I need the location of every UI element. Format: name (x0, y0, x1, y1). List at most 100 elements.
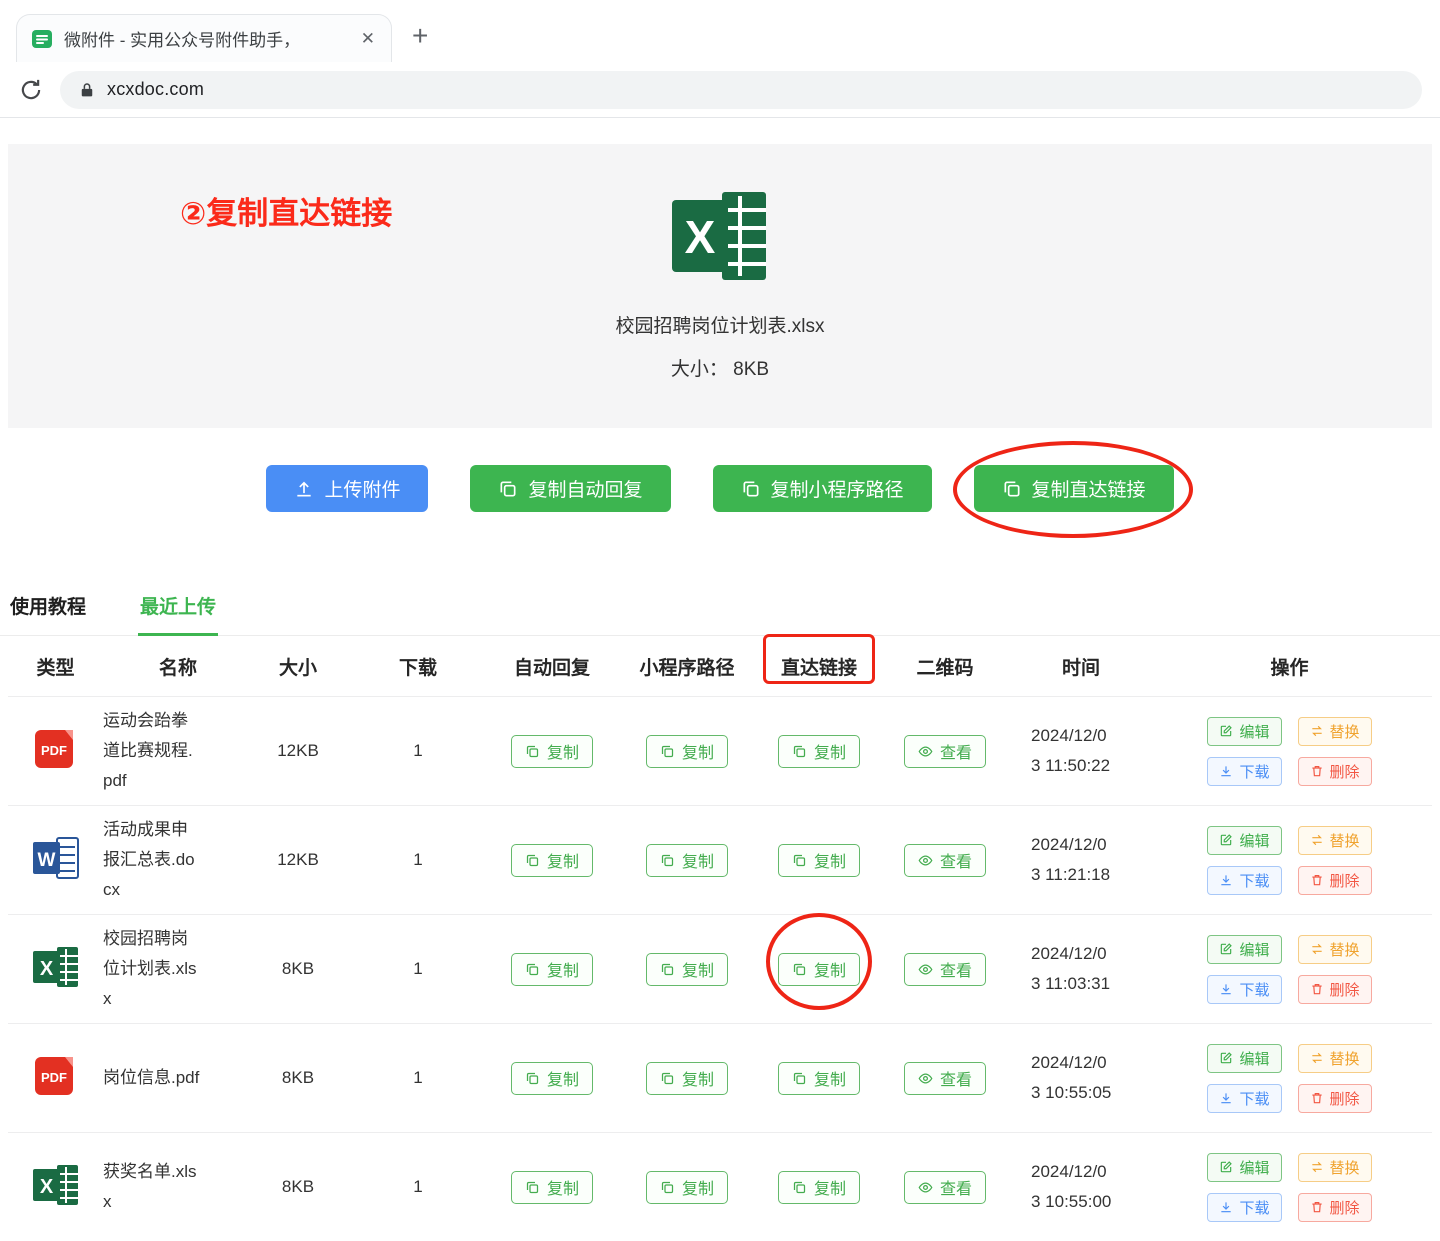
file-size: 大小： 8KB (670, 359, 770, 380)
delete-button[interactable]: 删除 (1297, 865, 1372, 895)
row-copy-direct-link-button[interactable]: 复制 (777, 734, 860, 768)
download-count-cell: 1 (413, 741, 423, 760)
replace-button[interactable]: 替换 (1297, 1043, 1372, 1073)
copy-icon (793, 1072, 806, 1084)
row-copy-miniprogram-path-button[interactable]: 复制 (645, 843, 728, 877)
download-icon (1221, 1093, 1232, 1104)
row-actions: 编辑 替换 下载 删除 (1147, 1043, 1432, 1113)
header-downloads: 下载 (398, 657, 437, 679)
url-field[interactable]: xcxdoc.com (60, 70, 1422, 109)
delete-button[interactable]: 删除 (1297, 1083, 1372, 1113)
copy-icon (793, 1181, 806, 1193)
row-copy-auto-reply-button[interactable]: 复制 (510, 1061, 593, 1095)
edit-icon (1221, 1052, 1233, 1064)
download-button[interactable]: 下载 (1207, 865, 1282, 895)
copy-direct-link-button[interactable]: 复制直达链接 (973, 465, 1174, 512)
row-view-qrcode-button[interactable]: 查看 (903, 843, 986, 877)
upload-attachment-button[interactable]: 上传附件 (266, 465, 429, 512)
new-tab-button[interactable]: + (412, 22, 428, 50)
row-copy-miniprogram-path-button[interactable]: 复制 (645, 1170, 728, 1204)
tab-recent-uploads[interactable]: 最近上传 (138, 582, 219, 636)
replace-button[interactable]: 替换 (1297, 1152, 1372, 1182)
browser-tab-strip: 微附件 - 实用公众号附件助手， ✕ + (0, 0, 1440, 62)
uploads-table: 类型 名称 大小 下载 自动回复 小程序路径 直达链接 二维码 时间 操作 PD… (0, 636, 1440, 1241)
download-button[interactable]: 下载 (1207, 1083, 1282, 1113)
row-copy-auto-reply-button[interactable]: 复制 (510, 1170, 593, 1204)
download-count-cell: 1 (413, 1177, 423, 1196)
row-view-qrcode-button[interactable]: 查看 (903, 1170, 986, 1204)
row-copy-auto-reply-button[interactable]: 复制 (510, 952, 593, 986)
trash-icon (1311, 875, 1322, 886)
file-size-cell: 12KB (277, 741, 319, 760)
download-count-cell: 1 (413, 850, 423, 869)
svg-text:PDF: PDF (41, 743, 67, 758)
table-row: X W PDF (8, 696, 1432, 805)
row-copy-miniprogram-path-button[interactable]: 复制 (645, 734, 728, 768)
table-body: X W PDF (8, 696, 1432, 1241)
download-count-cell: 1 (413, 1068, 423, 1087)
trash-icon (1311, 1202, 1322, 1213)
edit-button[interactable]: 编辑 (1207, 1043, 1282, 1073)
download-icon (1221, 766, 1232, 777)
replace-button[interactable]: 替换 (1297, 716, 1372, 746)
file-type-icon: X W PDF (33, 728, 79, 775)
edit-button[interactable]: 编辑 (1207, 1152, 1282, 1182)
delete-button[interactable]: 删除 (1297, 974, 1372, 1004)
row-view-qrcode-button[interactable]: 查看 (903, 734, 986, 768)
copy-icon (661, 745, 674, 757)
copy-icon (526, 1072, 539, 1084)
edit-icon (1221, 834, 1233, 846)
row-actions: 编辑 替换 下载 删除 (1147, 716, 1432, 786)
copy-icon (661, 963, 674, 975)
file-name-cell: 运动会跆拳道比赛规程.pdf (103, 711, 193, 790)
row-view-qrcode-button[interactable]: 查看 (903, 1061, 986, 1095)
delete-button[interactable]: 删除 (1297, 756, 1372, 786)
delete-button[interactable]: 删除 (1297, 1192, 1372, 1222)
download-button[interactable]: 下载 (1207, 974, 1282, 1004)
row-copy-auto-reply-button[interactable]: 复制 (510, 843, 593, 877)
row-copy-direct-link-button[interactable]: 复制 (777, 952, 860, 986)
edit-button[interactable]: 编辑 (1207, 934, 1282, 964)
tab-usage-tutorial[interactable]: 使用教程 (8, 582, 88, 635)
copy-icon (793, 963, 806, 975)
edit-button[interactable]: 编辑 (1207, 716, 1282, 746)
row-copy-direct-link-button[interactable]: 复制 (777, 1170, 860, 1204)
upload-time-cell: 2024/12/03 11:21:18 (1031, 835, 1111, 884)
file-type-icon: X W PDF (32, 1164, 79, 1211)
copy-icon (661, 1072, 674, 1084)
upload-time-cell: 2024/12/03 10:55:00 (1031, 1162, 1112, 1211)
tab-title: 微附件 - 实用公众号附件助手， (64, 31, 301, 50)
row-copy-direct-link-button[interactable]: 复制 (777, 1061, 860, 1095)
reload-icon[interactable] (18, 77, 44, 103)
eye-icon (918, 963, 933, 975)
download-button[interactable]: 下载 (1207, 1192, 1282, 1222)
row-copy-auto-reply-button[interactable]: 复制 (510, 734, 593, 768)
row-view-qrcode-button[interactable]: 查看 (903, 952, 986, 986)
close-tab-icon[interactable]: ✕ (359, 29, 377, 49)
upload-time-cell: 2024/12/03 10:55:05 (1031, 1053, 1112, 1102)
file-name: 校园招聘岗位计划表.xlsx (615, 316, 825, 337)
copy-miniprogram-path-button[interactable]: 复制小程序路径 (712, 465, 932, 512)
svg-text:W: W (37, 850, 55, 871)
table-header-row: 类型 名称 大小 下载 自动回复 小程序路径 直达链接 二维码 时间 操作 (8, 636, 1432, 696)
download-count-cell: 1 (413, 959, 423, 978)
download-icon (1221, 875, 1232, 886)
svg-text:X: X (39, 1176, 53, 1198)
file-name-cell: 获奖名单.xlsx (103, 1162, 197, 1211)
row-copy-miniprogram-path-button[interactable]: 复制 (645, 952, 728, 986)
copy-icon (500, 481, 516, 496)
browser-tab[interactable]: 微附件 - 实用公众号附件助手， ✕ (16, 14, 392, 62)
toolbar: 上传附件 复制自动回复 复制小程序路径 复制直达链接 (0, 465, 1440, 512)
row-copy-miniprogram-path-button[interactable]: 复制 (645, 1061, 728, 1095)
file-name-cell: 校园招聘岗位计划表.xlsx (103, 929, 197, 1008)
download-button[interactable]: 下载 (1207, 756, 1282, 786)
header-auto-reply: 自动回复 (513, 657, 590, 679)
row-copy-direct-link-button[interactable]: 复制 (777, 843, 860, 877)
browser-address-bar: xcxdoc.com (0, 62, 1440, 118)
eye-icon (918, 1181, 933, 1193)
replace-button[interactable]: 替换 (1297, 825, 1372, 855)
copy-auto-reply-button[interactable]: 复制自动回复 (470, 465, 671, 512)
replace-button[interactable]: 替换 (1297, 934, 1372, 964)
replace-icon (1311, 1052, 1322, 1064)
edit-button[interactable]: 编辑 (1207, 825, 1282, 855)
